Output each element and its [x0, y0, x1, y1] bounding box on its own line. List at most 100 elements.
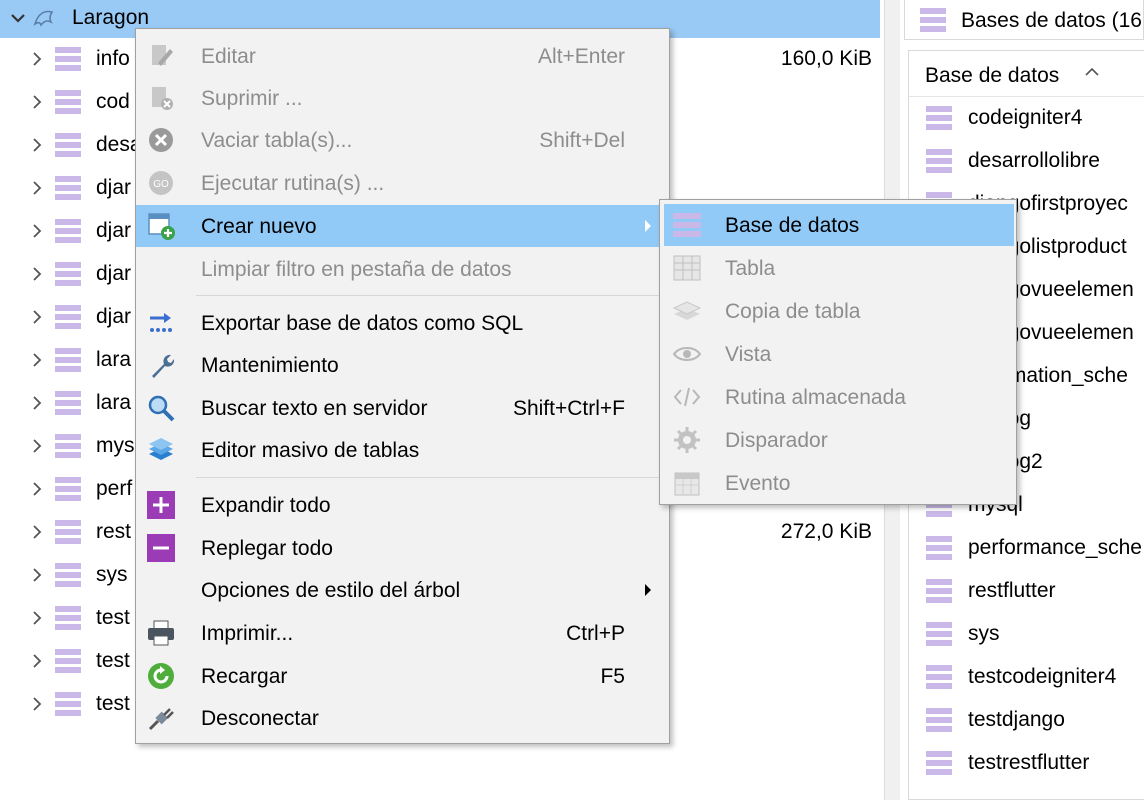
menu-item-label: Ejecutar rutina(s) ...: [201, 172, 385, 195]
tree-item-name: djar: [96, 262, 132, 285]
menu-item-exportar-base-de-datos-como-sql[interactable]: Exportar base de datos como SQL: [136, 302, 669, 344]
submenu-arrow-icon: [645, 584, 651, 596]
list-item[interactable]: testrestflutter: [909, 742, 1144, 785]
menu-item-imprimir[interactable]: Imprimir... Ctrl+P: [136, 612, 669, 654]
plus-icon: [147, 491, 175, 519]
layers-icon: [149, 438, 173, 460]
reload-icon: [148, 663, 174, 689]
search-icon: [148, 395, 175, 422]
menu-item-expandir-todo[interactable]: Expandir todo: [136, 484, 669, 526]
database-icon: [55, 520, 81, 544]
list-item[interactable]: performance_sche: [909, 527, 1144, 570]
tree-item-name: mys: [96, 434, 135, 457]
column-header-database[interactable]: Base de datos: [909, 51, 1144, 97]
tree-item-name: perf: [96, 477, 133, 500]
database-icon: [55, 348, 81, 372]
list-item[interactable]: testcodeigniter4: [909, 656, 1144, 699]
menu-item-editor-masivo-de-tablas[interactable]: Editor masivo de tablas: [136, 429, 669, 471]
menu-item-crear-nuevo[interactable]: Crear nuevo: [136, 205, 669, 247]
database-icon: [55, 133, 81, 157]
menu-item-label: Expandir todo: [201, 494, 331, 517]
database-icon: [55, 90, 81, 114]
create-new-submenu: Base de datos Tabla Copia de tabla Vista Rut…: [659, 199, 1017, 505]
menu-item-label: Buscar texto en servidor: [201, 397, 428, 420]
menu-item-mantenimiento[interactable]: Mantenimiento: [136, 344, 669, 386]
menu-item-replegar-todo[interactable]: Replegar todo: [136, 527, 669, 569]
chevron-right-icon: [33, 95, 42, 109]
tree-item-name: info: [96, 47, 130, 70]
menu-item-suprimir[interactable]: Suprimir ...: [136, 77, 669, 119]
menu-item-label: Desconectar: [201, 707, 319, 730]
database-icon: [926, 106, 952, 130]
table-copy-icon: [672, 301, 702, 320]
list-item-name: performance_sche: [968, 536, 1142, 559]
tree-item-name: sys: [96, 563, 128, 586]
menu-item-vaciar-tabla-s[interactable]: Vaciar tabla(s)... Shift+Del: [136, 119, 669, 161]
submenu-item-label: Disparador: [725, 429, 828, 452]
chevron-right-icon: [33, 224, 42, 238]
submenu-item-copia-de-tabla[interactable]: Copia de tabla: [664, 290, 1014, 332]
calendar-icon: [674, 472, 700, 496]
menu-item-limpiar-filtro-en-pesta-a-de-datos[interactable]: Limpiar filtro en pestaña de datos: [136, 248, 669, 290]
list-item-name: sys: [968, 622, 1000, 645]
menu-item-shortcut: Alt+Enter: [538, 45, 625, 68]
database-icon: [55, 391, 81, 415]
disconnect-icon: [148, 708, 174, 731]
menu-item-label: Limpiar filtro en pestaña de datos: [201, 258, 512, 281]
mysql-dolphin-icon: [33, 10, 54, 27]
menu-item-shortcut: Shift+Ctrl+F: [512, 397, 625, 420]
go-icon: GO: [149, 171, 173, 195]
tab-databases-label: Bases de datos (16: [961, 9, 1142, 32]
menu-item-opciones-de-estilo-del-rbol[interactable]: Opciones de estilo del árbol: [136, 569, 669, 611]
menu-item-ejecutar-rutina-s[interactable]: GO Ejecutar rutina(s) ...: [136, 162, 669, 204]
menu-item-label: Crear nuevo: [201, 215, 317, 238]
list-item[interactable]: testdjango: [909, 699, 1144, 742]
chevron-right-icon: [33, 482, 42, 496]
list-item-name: codeigniter4: [968, 106, 1083, 129]
submenu-item-evento[interactable]: Evento: [664, 462, 1014, 504]
menu-item-recargar[interactable]: Recargar F5: [136, 655, 669, 697]
tree-item-name: lara: [96, 348, 132, 371]
minus-icon: [147, 534, 175, 562]
database-icon: [926, 622, 952, 646]
submenu-item-label: Tabla: [725, 257, 776, 280]
tree-item-name: lara: [96, 391, 132, 414]
menu-item-label: Imprimir...: [201, 622, 294, 645]
chevron-down-icon[interactable]: [8, 8, 28, 28]
submenu-item-label: Copia de tabla: [725, 300, 861, 323]
edit-icon: [152, 45, 173, 66]
chevron-right-icon: [33, 568, 42, 582]
list-item[interactable]: desarrollolibre: [909, 140, 1144, 183]
export-icon: [150, 313, 172, 332]
list-item-name: testdjango: [968, 708, 1065, 731]
chevron-right-icon: [33, 611, 42, 625]
delete-icon: [152, 87, 173, 110]
submenu-item-label: Vista: [725, 343, 772, 366]
submenu-item-tabla[interactable]: Tabla: [664, 247, 1014, 289]
submenu-item-rutina-almacenada[interactable]: Rutina almacenada: [664, 376, 1014, 418]
create-new-icon: [148, 213, 175, 240]
submenu-item-label: Base de datos: [725, 214, 860, 237]
tree-item-name: djar: [96, 219, 132, 242]
tree-item-name: rest: [96, 520, 132, 543]
list-item[interactable]: sys: [909, 613, 1144, 656]
tree-item-name: cod: [96, 90, 130, 113]
database-icon: [55, 434, 81, 458]
tree-item-name: test: [96, 692, 130, 715]
menu-item-desconectar[interactable]: Desconectar: [136, 697, 669, 739]
list-item[interactable]: restflutter: [909, 570, 1144, 613]
menu-item-editar[interactable]: Editar Alt+Enter: [136, 35, 669, 77]
menu-item-buscar-texto-en-servidor[interactable]: Buscar texto en servidor Shift+Ctrl+F: [136, 387, 669, 429]
menu-item-label: Editor masivo de tablas: [201, 439, 420, 462]
database-icon: [55, 219, 81, 243]
submenu-item-vista[interactable]: Vista: [664, 333, 1014, 375]
submenu-item-disparador[interactable]: Disparador: [664, 419, 1014, 461]
chevron-right-icon: [33, 525, 42, 539]
tab-databases[interactable]: Bases de datos (16: [904, 0, 1144, 40]
database-icon: [926, 536, 952, 560]
list-item[interactable]: codeigniter4: [909, 97, 1144, 140]
submenu-item-base-de-datos[interactable]: Base de datos: [664, 204, 1014, 246]
menu-item-label: Exportar base de datos como SQL: [201, 312, 524, 335]
database-icon: [55, 262, 81, 286]
chevron-right-icon: [33, 138, 42, 152]
